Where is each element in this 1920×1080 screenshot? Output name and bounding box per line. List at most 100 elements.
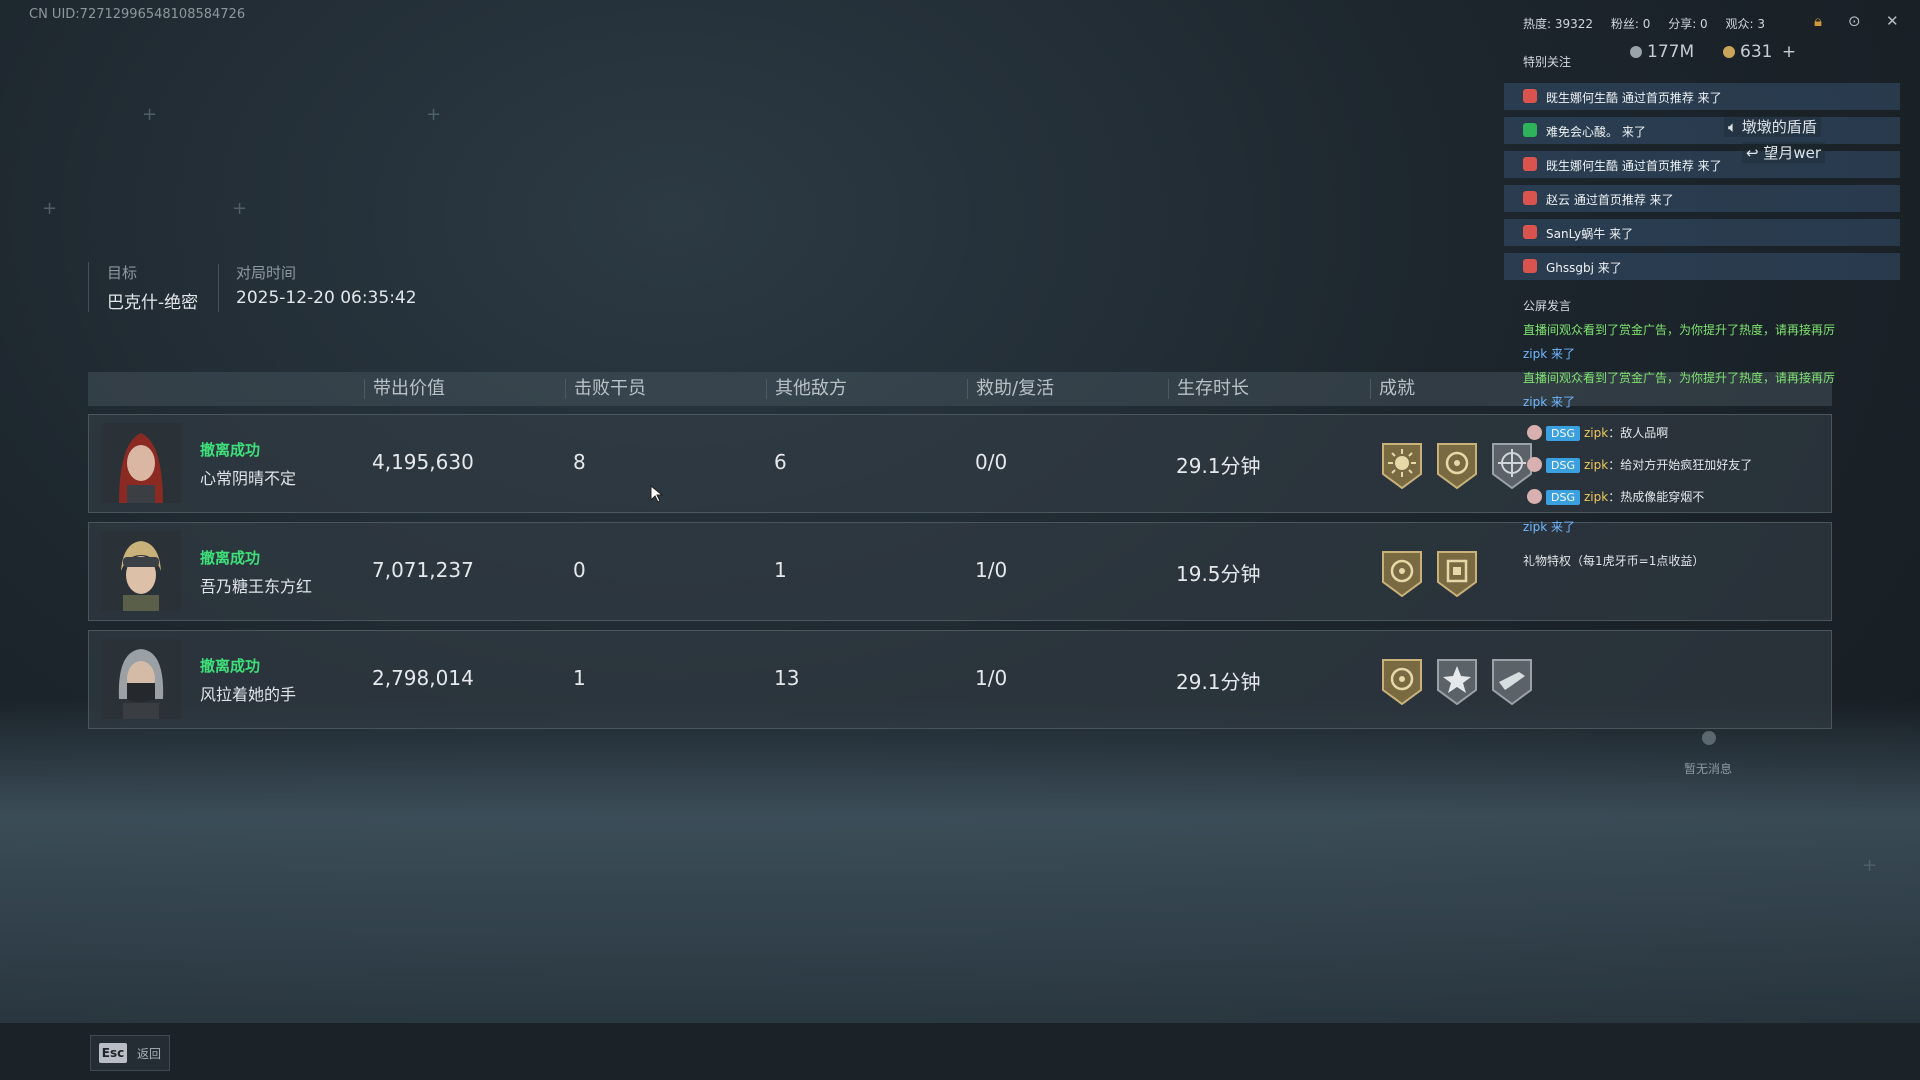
chat-text: ：给对方开始疯狂加好友了: [1608, 458, 1753, 472]
viewers-stat: 观众: 3: [1725, 17, 1766, 31]
voice-floater: 🔈︎ 墩墩的盾盾: [1724, 116, 1821, 137]
chat-system-message: 直播间观众看到了赏金广告，为你提升了热度，请再接再厉: [1523, 323, 1836, 337]
chat-text: ：热成像能穿烟不: [1608, 490, 1705, 504]
notification-text: 赵云 通过首页推荐 来了: [1546, 193, 1674, 207]
notification-text: Ghssgbj 来了: [1546, 261, 1622, 275]
fans-stat: 粉丝: 0: [1610, 17, 1651, 31]
header-value: 带出价值: [364, 379, 445, 399]
match-time-info: 对局时间 2025-12-20 06:35:42: [236, 262, 417, 308]
special-follow-label: 特别关注: [1523, 55, 1572, 69]
lock-icon[interactable]: 🔒︎: [1814, 12, 1822, 30]
grid-plus-decoration: +: [426, 104, 442, 125]
table-row[interactable]: 撤离成功 风拉着她的手 2,798,014 1 13 1/0 29.1分钟: [88, 630, 1832, 729]
operator-kills: 8: [573, 450, 586, 474]
empty-message-icon: [1702, 731, 1716, 745]
mouse-cursor-icon: [650, 485, 664, 503]
fan-badge: DSG: [1546, 490, 1580, 505]
player-avatar: [101, 423, 181, 503]
match-time-label: 对局时间: [236, 264, 297, 282]
extraction-status: 撤离成功: [200, 657, 261, 675]
table-row[interactable]: 撤离成功 吾乃糖王东方红 7,071,237 0 1 1/0 19.5分钟: [88, 522, 1832, 621]
sun-badge-icon[interactable]: [1379, 440, 1425, 490]
settings-icon[interactable]: ⊙: [1848, 12, 1861, 30]
extracted-value: 2,798,014: [372, 666, 474, 690]
add-currency-button[interactable]: +: [1782, 42, 1796, 62]
header-other-enemies: 其他敌方: [766, 379, 847, 399]
extraction-status: 撤离成功: [200, 549, 261, 567]
target-badge-icon[interactable]: [1379, 656, 1425, 706]
overlay-window-controls: 🔒︎ ⊙ ✕: [1776, 12, 1906, 32]
survival-time: 29.1分钟: [1176, 454, 1261, 478]
chat-section-label: 公屏发言: [1523, 299, 1572, 313]
operator-kills: 0: [573, 558, 586, 582]
chat-user-name: zipk: [1583, 426, 1609, 440]
player-avatar: [101, 531, 181, 611]
fan-badge: DSG: [1546, 458, 1580, 473]
target-label: 目标: [107, 264, 138, 282]
grid-plus-decoration: +: [142, 104, 158, 125]
bottom-bar: [0, 1023, 1920, 1080]
silver-currency: 177M: [1630, 42, 1694, 62]
back-button[interactable]: Esc 返回: [90, 1035, 170, 1071]
user-level-icon: [1523, 191, 1537, 205]
chat-join-message: zipk 来了: [1523, 520, 1576, 534]
extraction-status: 撤离成功: [200, 441, 261, 459]
chat-message: DSG zipk：敌人品啊: [1527, 424, 1668, 441]
chat-user-name: zipk: [1583, 458, 1609, 472]
entry-notification: Ghssgbj 来了: [1504, 253, 1900, 280]
match-time-value: 2025-12-20 06:35:42: [236, 288, 417, 308]
assist-revive: 0/0: [975, 450, 1008, 474]
gun-badge-icon[interactable]: [1489, 656, 1535, 706]
user-level-icon: [1523, 259, 1537, 273]
player-avatar: [101, 639, 181, 719]
chat-user-name: zipk: [1583, 490, 1609, 504]
grid-plus-decoration: +: [1862, 855, 1878, 876]
entry-notification: 既生娜何生酷 通过首页推荐 来了: [1504, 151, 1900, 178]
notification-text: 难免会心酸。 来了: [1546, 125, 1646, 139]
other-enemy-kills: 1: [774, 558, 787, 582]
notification-text: SanLy蜗牛 来了: [1546, 227, 1634, 241]
voice-floater: ↩︎ 望月wer: [1742, 142, 1826, 163]
extracted-value: 7,071,237: [372, 558, 474, 582]
extracted-value: 4,195,630: [372, 450, 474, 474]
match-info: 目标 巴克什-绝密 对局时间 2025-12-20 06:35:42: [88, 262, 417, 313]
entry-notification: SanLy蜗牛 来了: [1504, 219, 1900, 246]
notification-text: 既生娜何生酷 通过首页推荐 来了: [1546, 159, 1722, 173]
share-stat: 分享: 0: [1668, 17, 1708, 31]
voice-user-name: 望月wer: [1763, 144, 1822, 162]
grid-plus-decoration: +: [232, 198, 248, 219]
player-name: 风拉着她的手: [200, 685, 297, 704]
chat-system-message: 直播间观众看到了赏金广告，为你提升了热度，请再接再厉: [1523, 371, 1836, 385]
operator-kills: 1: [573, 666, 586, 690]
heat-stat: 热度: 39322: [1523, 17, 1594, 31]
box-badge-icon[interactable]: [1434, 548, 1480, 598]
stream-stats: 热度: 39322 粉丝: 0 分享: 0 观众: 3: [1523, 15, 1779, 32]
entry-notification: 既生娜何生酷 通过首页推荐 来了: [1504, 83, 1900, 110]
chat-join-message: zipk 来了: [1523, 395, 1576, 409]
survival-time: 19.5分钟: [1176, 562, 1261, 586]
user-avatar-icon: [1527, 489, 1542, 504]
grid-plus-decoration: +: [42, 198, 58, 219]
speaker-icon: 🔈︎: [1728, 118, 1742, 136]
target-badge-icon[interactable]: [1434, 440, 1480, 490]
gift-privilege-label: 礼物特权（每1虎牙币=1点收益）: [1523, 554, 1705, 568]
entry-notification: 难免会心酸。 来了: [1504, 117, 1900, 144]
survival-time: 29.1分钟: [1176, 670, 1261, 694]
esc-key-hint: Esc: [99, 1043, 127, 1063]
user-level-icon: [1523, 157, 1537, 171]
user-level-icon: [1523, 225, 1537, 239]
notification-text: 既生娜何生酷 通过首页推荐 来了: [1546, 91, 1722, 105]
reply-icon: ↩︎: [1746, 144, 1764, 162]
header-assist-revive: 救助/复活: [967, 379, 1054, 399]
gold-currency: 631 +: [1723, 42, 1796, 62]
silver-amount: 177M: [1647, 42, 1695, 62]
target-badge-icon[interactable]: [1379, 548, 1425, 598]
user-avatar-icon: [1527, 457, 1542, 472]
player-name: 吾乃糖王东方红: [200, 577, 313, 596]
background-fog: [0, 700, 1920, 1030]
close-icon[interactable]: ✕: [1886, 12, 1899, 30]
info-divider: [218, 264, 219, 312]
star-badge-icon[interactable]: [1434, 656, 1480, 706]
header-achievements: 成就: [1370, 379, 1415, 399]
user-avatar-icon: [1527, 425, 1542, 440]
